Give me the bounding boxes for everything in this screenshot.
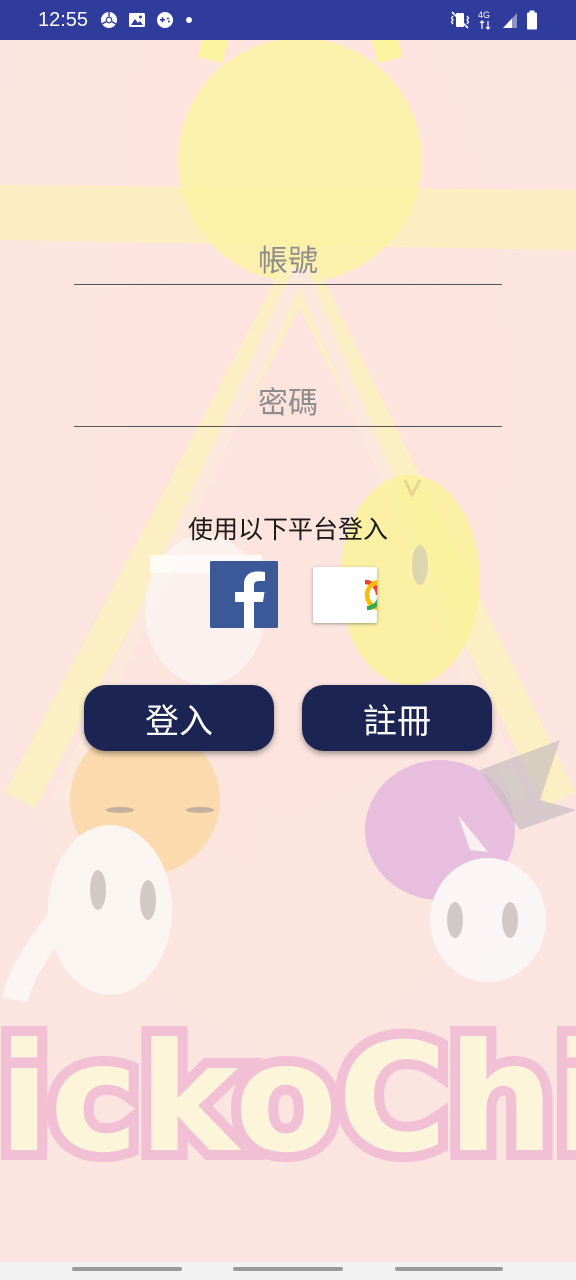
google-icon: [313, 567, 377, 623]
battery-icon: [527, 10, 537, 30]
nav-handle-right[interactable]: [395, 1267, 503, 1271]
navigation-bar: [0, 1262, 576, 1280]
chrome-icon: [101, 12, 118, 28]
login-button[interactable]: 登入: [84, 685, 274, 751]
logo-art: ChickoChick: [0, 1002, 576, 1196]
nav-handle-left[interactable]: [72, 1267, 182, 1271]
game-icon: [157, 12, 174, 28]
4g-icon: 4G: [478, 10, 491, 30]
facebook-icon: [210, 561, 278, 628]
status-bar: 12:55 4G: [0, 0, 576, 40]
vibrate-icon: [450, 11, 470, 29]
nav-handle-center[interactable]: [233, 1267, 343, 1271]
register-button[interactable]: 註冊: [302, 685, 492, 751]
status-right-icons: 4G: [450, 9, 538, 31]
dot-icon: [186, 17, 193, 23]
background-illustration: ChickoChick: [0, 40, 576, 1262]
password-input[interactable]: [74, 380, 502, 426]
account-field: [74, 238, 502, 285]
image-icon: [129, 13, 146, 27]
signal-icon: [503, 13, 517, 28]
google-login-button[interactable]: [313, 567, 377, 623]
facebook-login-button[interactable]: [210, 561, 278, 628]
svg-text:ChickoChick: ChickoChick: [0, 1012, 576, 1186]
password-field: [74, 380, 502, 427]
svg-text:4G: 4G: [478, 10, 490, 20]
status-time: 12:55: [38, 8, 89, 31]
social-login-label: 使用以下平台登入: [187, 515, 388, 544]
account-input[interactable]: [74, 238, 502, 284]
status-left-icons: [100, 11, 194, 29]
